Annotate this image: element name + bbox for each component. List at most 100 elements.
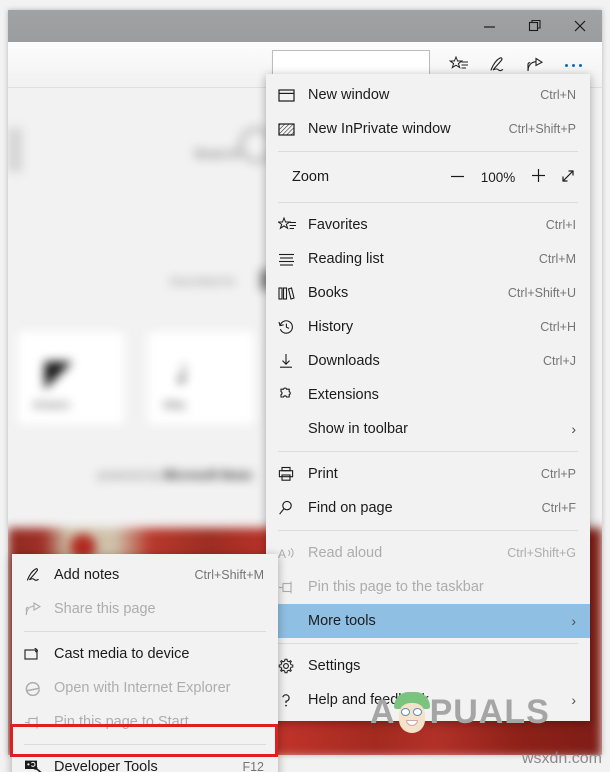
more-tools-submenu: Add notes Ctrl+Shift+M Share this page C… [12,554,278,772]
menu-item-label: Reading list [308,251,384,267]
menu-item-label: More tools [308,613,376,629]
ntp-search-hint: Search [194,146,242,161]
share-icon [24,601,54,617]
menu-item-accelerator: Ctrl+J [543,354,576,368]
powered-by-brand: Microsoft News [163,468,253,482]
reading-list-icon [278,252,308,267]
menu-item-label: Settings [308,658,361,674]
menu-separator [24,744,266,745]
menu-item-extensions[interactable]: Extensions [266,378,590,412]
menu-separator [278,643,578,644]
menu-item-more-tools[interactable]: More tools › [266,604,590,638]
extensions-icon [278,387,308,403]
restore-icon[interactable] [512,10,557,42]
menu-item-reading-list[interactable]: Reading list Ctrl+M [266,242,590,276]
zoom-in-icon[interactable] [531,168,546,186]
settings-gear-icon [278,658,308,674]
menu-item-accelerator: Ctrl+Shift+U [507,286,576,300]
menu-item-label: New window [308,87,390,103]
menu-item-settings[interactable]: Settings [266,649,590,683]
favorites-icon [278,217,308,233]
zoom-controls: 100% [450,168,576,187]
menu-item-label: Extensions [308,387,379,403]
menu-item-accelerator: Ctrl+M [538,252,576,266]
page-side-strip [8,128,22,172]
menu-item-accelerator: Ctrl+H [540,320,576,334]
fullscreen-icon[interactable] [560,168,576,187]
developer-tools-icon [24,759,54,772]
watermark-brand-post: PUALS [429,692,550,731]
menu-item-read-aloud[interactable]: A Read aloud Ctrl+Shift+G [266,536,590,570]
menu-item-label: Print [308,466,338,482]
chevron-right-icon: › [571,613,576,629]
menu-item-label: Downloads [308,353,380,369]
menu-item-label: New InPrivate window [308,121,451,137]
ntp-tile[interactable]: ♩ eBay [146,330,256,426]
menu-item-print[interactable]: Print Ctrl+P [266,457,590,491]
read-aloud-icon: A [278,546,308,561]
zoom-out-icon[interactable] [450,169,465,185]
menu-item-new-window[interactable]: New window Ctrl+N [266,78,590,112]
menu-item-label: Read aloud [308,545,383,561]
menu-item-pin-this-page-to-start[interactable]: Pin this page to Start [12,705,278,739]
menu-item-history[interactable]: History Ctrl+H [266,310,590,344]
screenshot-root: Search Described for ◤ Amazon ♩ eBay pow… [0,0,610,772]
minimize-icon[interactable] [467,10,512,42]
menu-item-pin-to-taskbar[interactable]: Pin this page to the taskbar [266,570,590,604]
menu-separator [278,451,578,452]
menu-item-books[interactable]: Books Ctrl+Shift+U [266,276,590,310]
internet-explorer-icon [24,680,54,696]
history-icon [278,319,308,335]
print-icon [278,466,308,482]
ntp-description: Described for [170,276,236,288]
menu-item-label: Add notes [54,567,120,583]
menu-item-label: Open with Internet Explorer [54,680,231,696]
menu-item-downloads[interactable]: Downloads Ctrl+J [266,344,590,378]
menu-item-label: History [308,319,354,335]
zoom-value: 100% [480,169,516,185]
pin-start-icon [24,715,54,730]
menu-item-share-this-page[interactable]: Share this page [12,592,278,626]
tile-glyph-icon: ♩ [175,353,209,391]
help-icon [278,692,308,708]
svg-text:A: A [278,547,286,561]
menu-item-label: Pin this page to the taskbar [308,579,484,595]
menu-item-open-with-internet-explorer[interactable]: Open with Internet Explorer [12,671,278,705]
menu-item-label: Share this page [54,601,156,617]
settings-and-more-menu: New window Ctrl+N New InPrivate window C… [266,74,590,721]
ntp-tile[interactable]: ◤ Amazon [16,330,126,426]
zoom-row: Zoom 100% [266,157,590,197]
menu-item-favorites[interactable]: Favorites Ctrl+I [266,208,590,242]
menu-item-show-in-toolbar[interactable]: Show in toolbar › [266,412,590,446]
tile-label: eBay [163,400,186,411]
menu-separator [278,151,578,152]
downloads-icon [278,353,308,369]
menu-item-label: Favorites [308,217,368,233]
menu-separator [24,631,266,632]
menu-item-accelerator: F12 [242,760,264,772]
menu-separator [278,202,578,203]
menu-item-developer-tools[interactable]: Developer Tools F12 [12,750,278,772]
zoom-label: Zoom [292,169,330,185]
pin-taskbar-icon [278,580,308,595]
menu-item-accelerator: Ctrl+F [541,501,576,515]
menu-item-add-notes[interactable]: Add notes Ctrl+Shift+M [12,558,278,592]
tile-label: Amazon [33,400,70,411]
menu-item-label: Pin this page to Start [54,714,189,730]
chevron-right-icon: › [571,692,576,708]
menu-item-label: Cast media to device [54,646,190,662]
title-bar [8,10,602,42]
close-icon[interactable] [557,10,602,42]
menu-item-accelerator: Ctrl+P [540,467,576,481]
source-watermark: wsxdn.com [521,750,602,767]
find-icon [278,500,308,516]
menu-item-accelerator: Ctrl+Shift+M [194,568,264,582]
cast-icon [24,647,54,662]
tile-glyph-icon: ◤ [45,354,72,392]
menu-item-label: Show in toolbar [308,421,408,437]
menu-separator [278,530,578,531]
menu-item-find-on-page[interactable]: Find on page Ctrl+F [266,491,590,525]
menu-item-accelerator: Ctrl+Shift+G [507,546,576,560]
menu-item-cast-media-to-device[interactable]: Cast media to device [12,637,278,671]
menu-item-new-inprivate-window[interactable]: New InPrivate window Ctrl+Shift+P [266,112,590,146]
